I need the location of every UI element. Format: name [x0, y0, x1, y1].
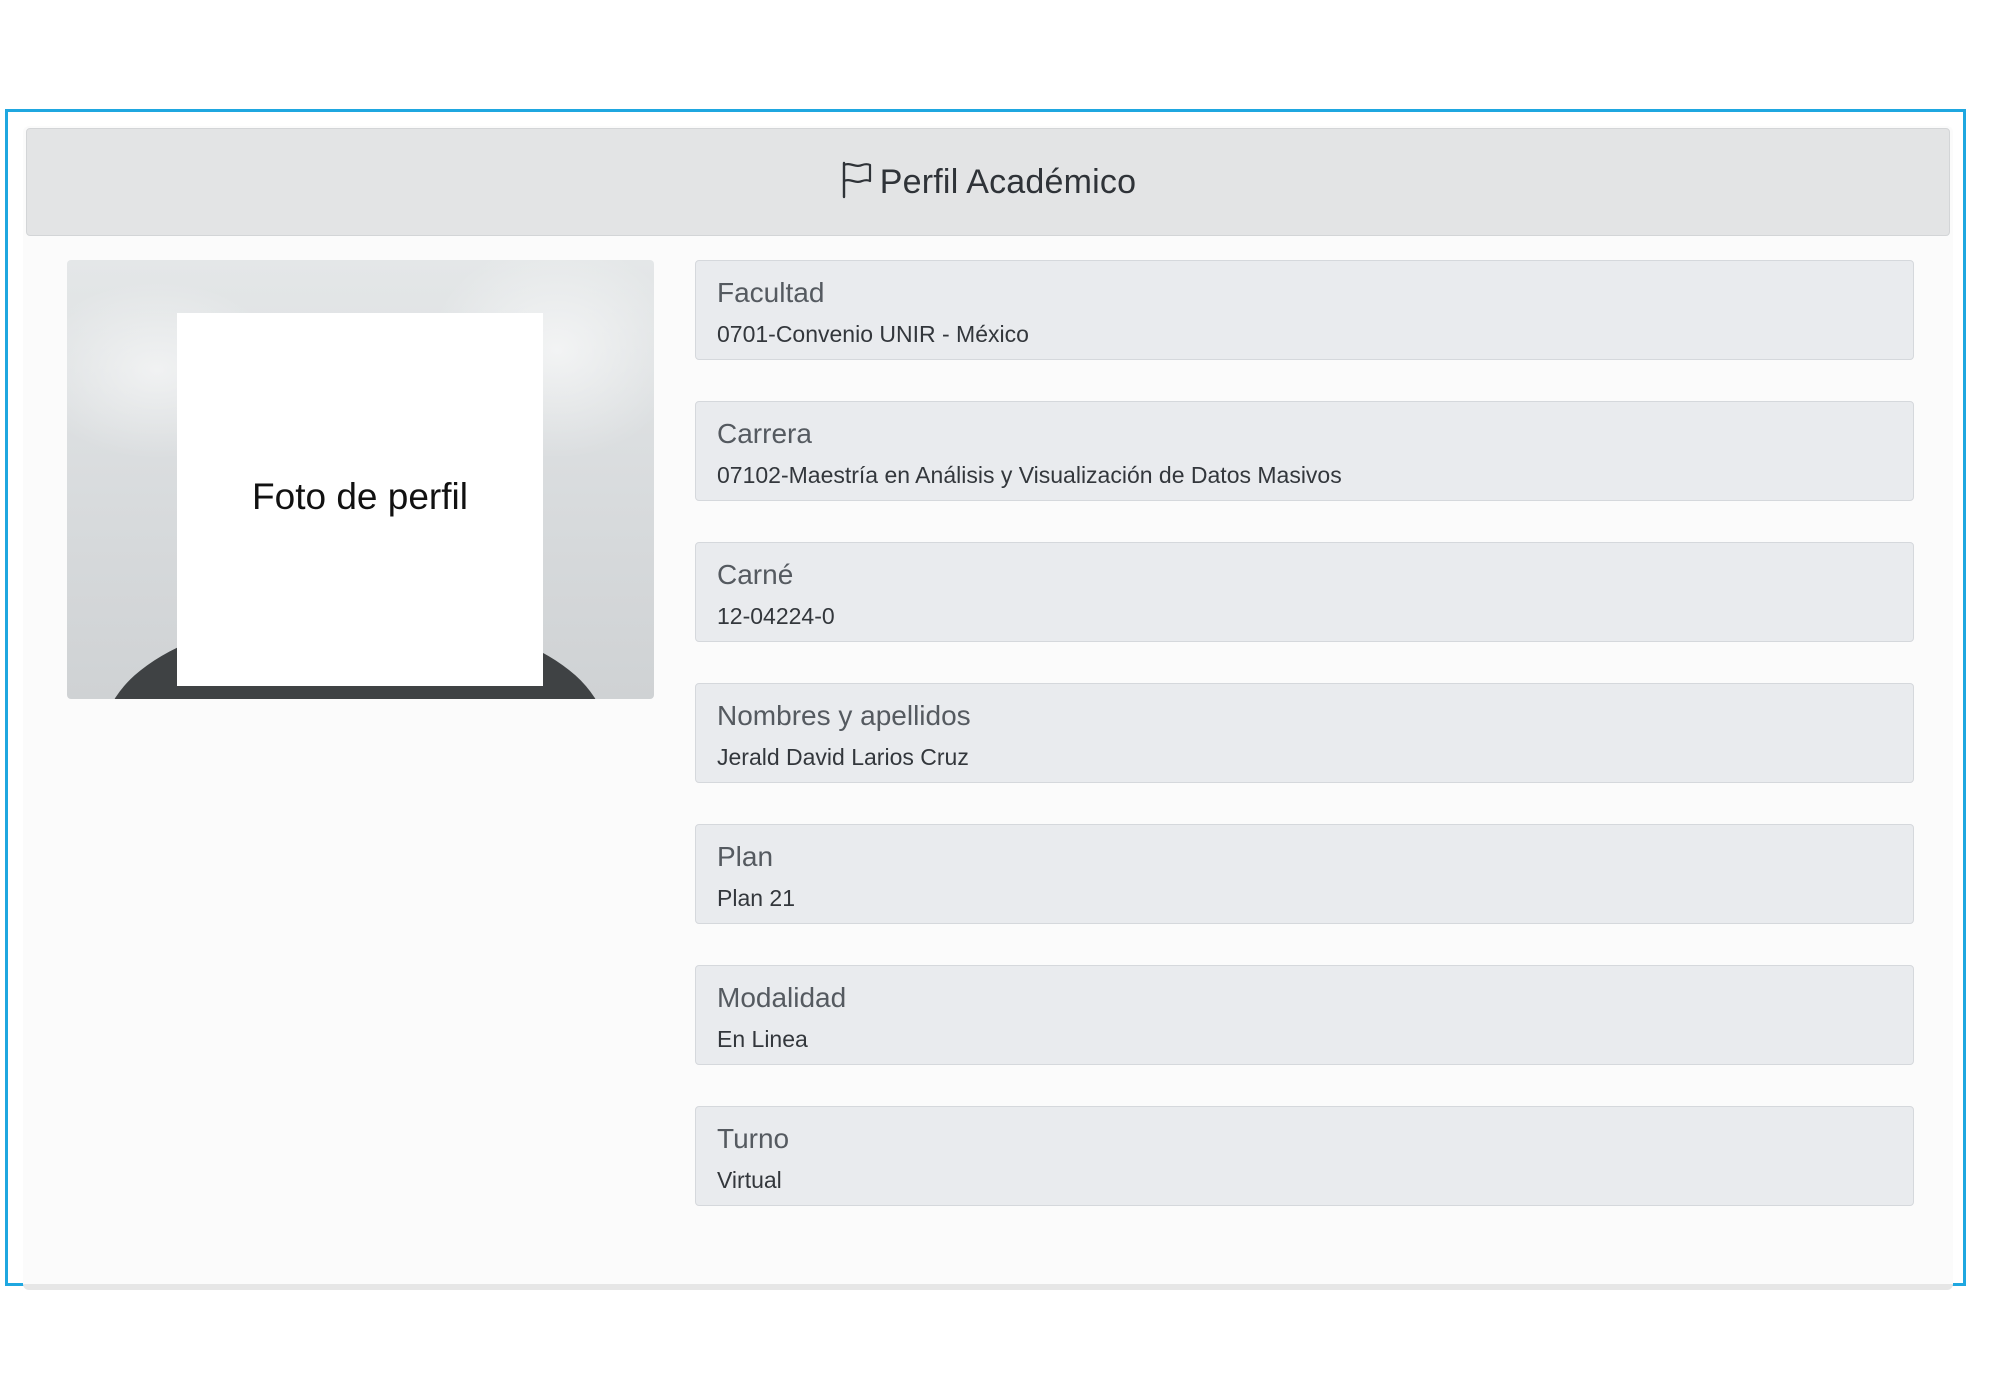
field-value: En Linea — [717, 1026, 808, 1052]
field-nombres: Nombres y apellidos Jerald David Larios … — [695, 683, 1914, 783]
field-plan: Plan Plan 21 — [695, 824, 1914, 924]
field-label: Modalidad — [717, 982, 847, 1013]
profile-fields: Facultad 0701-Convenio UNIR - México Car… — [695, 260, 1914, 1247]
screenshot-frame: Perfil Académico Foto de perfil Facultad… — [5, 109, 1966, 1290]
field-value: 07102-Maestría en Análisis y Visualizaci… — [717, 462, 1342, 488]
field-value: 12-04224-0 — [717, 603, 835, 629]
field-label: Nombres y apellidos — [717, 700, 971, 731]
photo-placeholder-label: Foto de perfil — [252, 476, 468, 517]
profile-card: Perfil Académico Foto de perfil Facultad… — [23, 126, 1953, 1290]
field-carne: Carné 12-04224-0 — [695, 542, 1914, 642]
field-label: Carrera — [717, 418, 812, 449]
field-label: Plan — [717, 841, 774, 872]
profile-photo: Foto de perfil — [67, 260, 654, 699]
photo-placeholder: Foto de perfil — [177, 313, 543, 686]
flag-icon — [840, 161, 874, 199]
field-value: 0701-Convenio UNIR - México — [717, 321, 1029, 347]
field-value: Plan 21 — [717, 885, 796, 911]
field-value: Virtual — [717, 1167, 782, 1193]
page-title: Perfil Académico — [879, 162, 1137, 201]
field-turno: Turno Virtual — [695, 1106, 1914, 1206]
field-label: Facultad — [717, 277, 825, 308]
field-label: Turno — [717, 1123, 790, 1154]
field-modalidad: Modalidad En Linea — [695, 965, 1914, 1065]
field-facultad: Facultad 0701-Convenio UNIR - México — [695, 260, 1914, 360]
field-carrera: Carrera 07102-Maestría en Análisis y Vis… — [695, 401, 1914, 501]
field-value: Jerald David Larios Cruz — [717, 744, 969, 770]
field-label: Carné — [717, 559, 794, 590]
card-header: Perfil Académico — [26, 128, 1950, 236]
